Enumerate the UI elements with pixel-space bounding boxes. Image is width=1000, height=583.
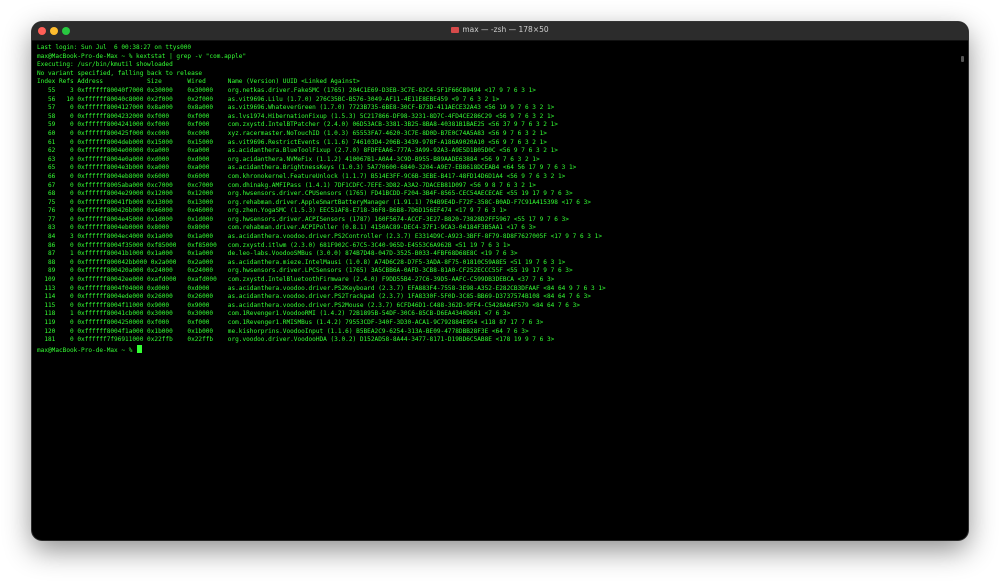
scroll-indicator[interactable] — [961, 56, 964, 62]
terminal-line: 63 0 0xffffff8004e0a000 0xd000 0xd000 or… — [37, 155, 540, 163]
terminal-line: 57 0 0xffffff8004127000 0x8a000 0x8a000 … — [37, 104, 555, 112]
terminal-line: Last login: Sun Jul 6 00:38:27 on ttys00… — [37, 44, 192, 51]
terminal-line: 181 0 0xffffff7f96911000 0x22ffb 0x22ffb… — [37, 336, 555, 344]
terminal-line: 86 0 0xffffff8004f35000 0xf85000 0xf8500… — [37, 241, 511, 249]
terminal-line: Index Refs Address Size Wired Name (Vers… — [37, 78, 360, 86]
home-folder-icon — [451, 27, 460, 33]
terminal-line: 75 0 0xffffff80041fb000 0x13000 0x13000 … — [37, 198, 591, 206]
terminal-line: 84 3 0xffffff8004ec4000 0x1a000 0x1a000 … — [37, 233, 602, 241]
terminal-line: 58 0 0xffffff8004232000 0xf000 0xf000 as… — [37, 112, 555, 120]
terminal-line: 56 10 0xffffff80040c8000 0x2f000 0x2f000… — [37, 95, 500, 103]
window-title: max — -zsh — 178×50 — [462, 25, 549, 34]
terminal-line: 55 3 0xffffff80040f7000 0x30000 0x30000 … — [37, 86, 536, 94]
terminal-line: 68 0 0xffffff8004e29000 0x12000 0x12000 … — [37, 190, 573, 198]
terminal-line: 77 0 0xffffff8004e45000 0x1d000 0x1d000 … — [37, 215, 569, 223]
terminal-line: 109 0 0xffffff80042ee000 0xafd000 0xafd0… — [37, 276, 555, 284]
terminal-line: 113 0 0xffffff8004f04000 0xd000 0xd000 a… — [37, 284, 606, 292]
title-bar[interactable]: max — -zsh — 178×50 — [32, 22, 968, 41]
terminal-line: 83 0 0xffffff8004eb0000 0x8000 0x8000 co… — [37, 224, 536, 232]
terminal-line: 62 0 0xffffff8004e00000 0xa000 0xa000 as… — [37, 147, 558, 155]
terminal-line: Executing: /usr/bin/kmutil showloaded — [37, 61, 173, 69]
terminal-line: 115 0 0xffffff8004f11000 0x9000 0x9000 a… — [37, 301, 580, 309]
terminal-line: No variant specified, falling back to re… — [37, 69, 203, 77]
prompt-line[interactable]: max@MacBook-Pro-de-Max ~ % — [37, 344, 962, 354]
terminal-output[interactable]: Last login: Sun Jul 6 00:38:27 on ttys00… — [37, 44, 962, 540]
terminal-line: 119 0 0xffffff8004250000 0xf000 0xf000 c… — [37, 319, 544, 326]
terminal-line: 61 0 0xffffff8004deb000 0x15000 0x15000 … — [37, 138, 547, 146]
shell-prompt: max@MacBook-Pro-de-Max ~ % — [37, 346, 137, 354]
terminal-line: max@MacBook-Pro-de-Max ~ % kextstat | gr… — [37, 52, 247, 60]
terminal-line: 60 0 0xffffff800425f000 0xc000 0xc000 xy… — [37, 129, 547, 137]
terminal-line: 87 1 0xffffff80041b1000 0x1a000 0x1a000 … — [37, 250, 518, 258]
terminal-window[interactable]: max — -zsh — 178×50 Last login: Sun Jul … — [32, 22, 968, 540]
terminal-line: 66 0 0xffffff8004eb8000 0x6000 0x6000 co… — [37, 172, 566, 180]
terminal-line: 89 0 0xffffff800420a000 0x24000 0x24000 … — [37, 267, 573, 275]
terminal-line: 120 0 0xffffff8004f1a000 0x1b000 0x1b000… — [37, 327, 529, 335]
terminal-line: 88 0 0xffffff800042bb000 0x2a000 0x2a000… — [37, 258, 566, 266]
terminal-line: 114 0 0xffffff8004ede000 0x26000 0x26000… — [37, 293, 591, 301]
text-cursor — [137, 344, 142, 353]
terminal-line: 118 1 0xffffff80041cb000 0x30000 0x30000… — [37, 310, 511, 318]
terminal-line: 76 0 0xffffff800426b000 0x46000 0x46000 … — [37, 207, 507, 215]
terminal-line: 67 0 0xffffff8005aba000 0xc7000 0xc7000 … — [37, 181, 536, 189]
window-title-container: max — -zsh — 178×50 — [32, 25, 968, 34]
terminal-line: 59 0 0xffffff8004241000 0xf000 0xf000 co… — [37, 121, 558, 129]
terminal-line: 65 0 0xffffff8004e3b000 0xa000 0xa000 as… — [37, 164, 577, 172]
